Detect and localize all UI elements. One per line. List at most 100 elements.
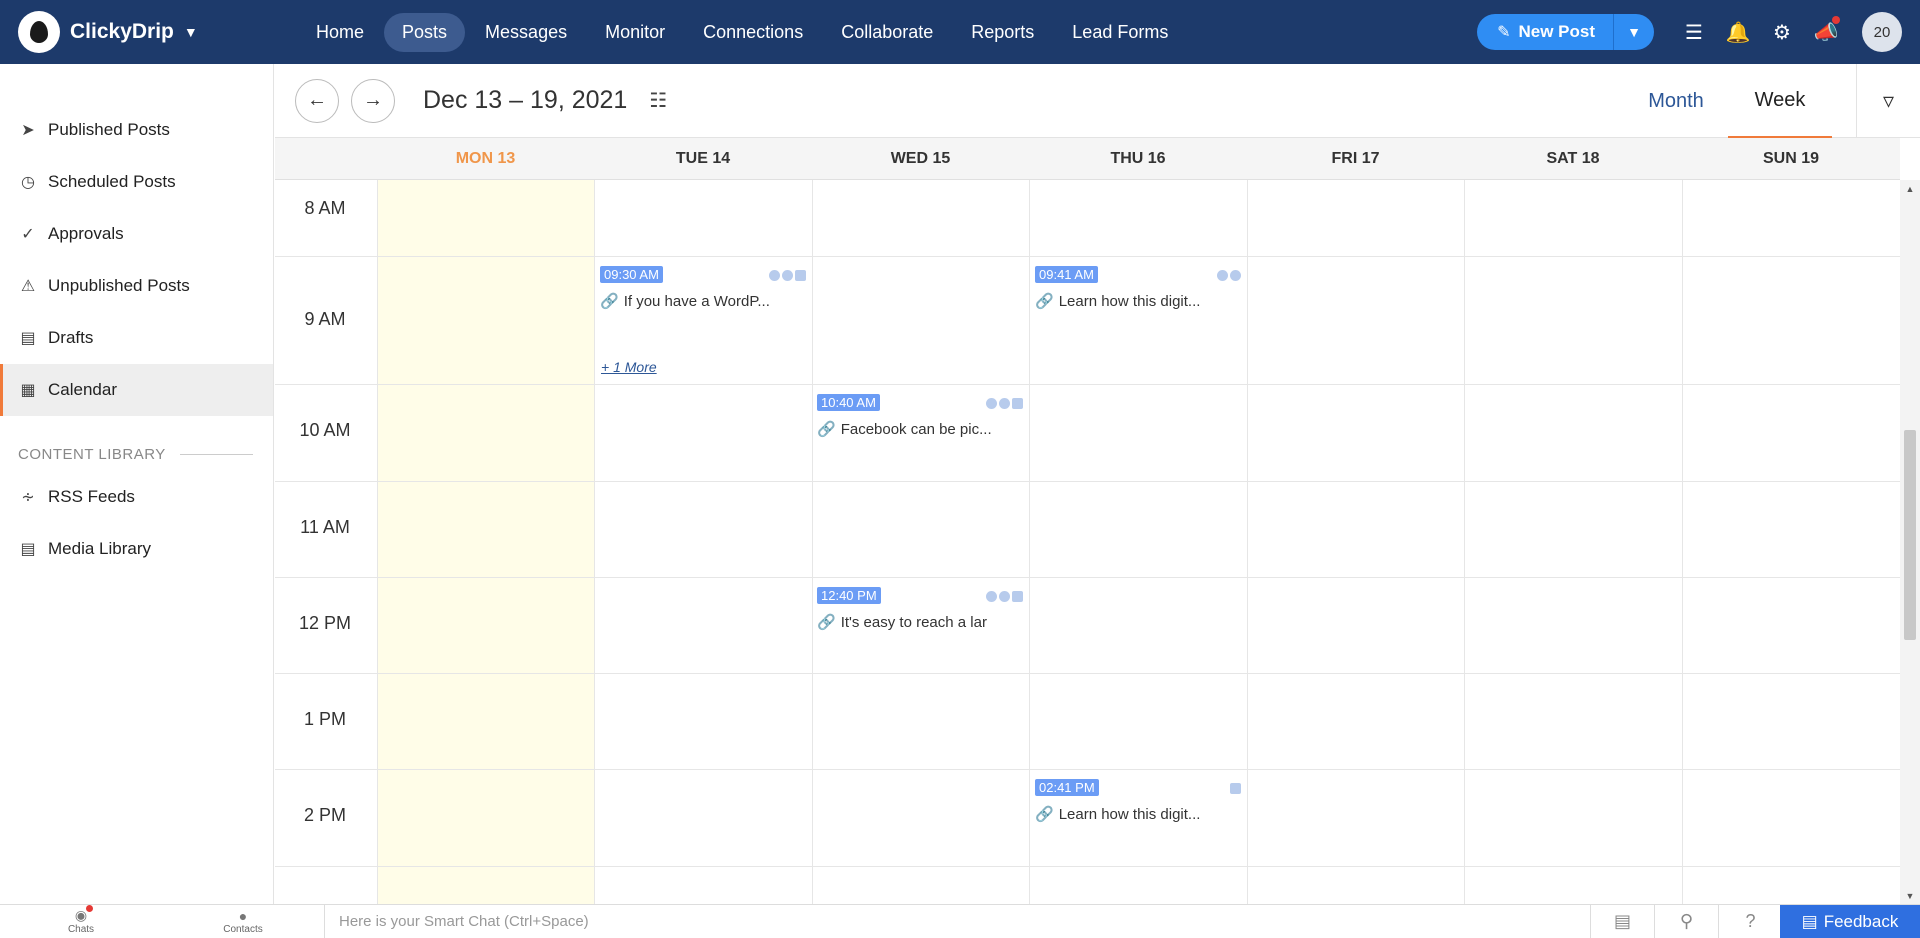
calendar-event[interactable]: 10:40 AM 🔗Facebook can be pic... — [817, 394, 1027, 438]
message-icon[interactable]: ▤ — [1590, 905, 1654, 938]
chats-label: Chats — [68, 924, 94, 935]
date-range: Dec 13 – 19, 2021 — [423, 86, 627, 115]
page-icon — [795, 270, 806, 281]
event-time: 09:41 AM — [1035, 266, 1098, 283]
day-header-row: MON 13 TUE 14 WED 15 THU 16 FRI 17 SAT 1… — [275, 138, 1900, 180]
feedback-label: Feedback — [1824, 912, 1899, 932]
sidebar-item-label: Media Library — [48, 539, 151, 559]
chevron-down-icon: ▼ — [184, 24, 198, 40]
feedback-button[interactable]: ▤ Feedback — [1780, 905, 1920, 938]
day-header-sat: SAT 18 — [1464, 138, 1682, 180]
network-icons — [1228, 783, 1241, 794]
bottom-bar: ◉ Chats ● Contacts Here is your Smart Ch… — [0, 904, 1920, 937]
scroll-down-arrow[interactable]: ▼ — [1900, 891, 1920, 901]
hour-label: 10 AM — [275, 420, 375, 441]
sidebar-item-scheduled-posts[interactable]: ◷ Scheduled Posts — [0, 156, 273, 208]
link-icon: 🔗 — [1035, 806, 1054, 823]
event-text: If you have a WordP... — [624, 293, 770, 310]
calendar-toolbar: ← → Dec 13 – 19, 2021 ☷ Month Week ▿ — [275, 64, 1920, 138]
smart-chat-input[interactable]: Here is your Smart Chat (Ctrl+Space) — [324, 905, 1589, 938]
day-header-mon: MON 13 — [377, 138, 594, 180]
page-icon — [1012, 398, 1023, 409]
sidebar-item-published-posts[interactable]: ➤ Published Posts — [0, 104, 273, 156]
today-column — [377, 180, 594, 905]
new-post-dropdown-button[interactable]: ▼ — [1614, 24, 1654, 40]
page-icon — [1012, 591, 1023, 602]
day-header-fri: FRI 17 — [1247, 138, 1464, 180]
avatar[interactable]: 20 — [1862, 12, 1902, 52]
sidebar-item-label: Drafts — [48, 328, 93, 348]
warning-icon: ⚠ — [18, 276, 38, 296]
nav-lead-forms[interactable]: Lead Forms — [1054, 13, 1186, 52]
new-post-button-group: ✎ New Post ▼ — [1477, 14, 1654, 50]
nav-reports[interactable]: Reports — [953, 13, 1052, 52]
day-header-tue: TUE 14 — [594, 138, 812, 180]
sidebar-item-approvals[interactable]: ✓ Approvals — [0, 208, 273, 260]
more-events-link[interactable]: + 1 More — [601, 359, 657, 375]
new-post-button[interactable]: ✎ New Post — [1477, 14, 1614, 50]
nav-posts[interactable]: Posts — [384, 13, 465, 52]
brand-name: ClickyDrip — [70, 20, 174, 44]
nav-messages[interactable]: Messages — [467, 13, 585, 52]
twitter-icon — [999, 398, 1010, 409]
network-icons — [984, 591, 1023, 602]
calendar-search-icon[interactable]: ☷ — [649, 88, 667, 113]
top-nav-bar: ClickyDrip ▼ Home Posts Messages Monitor… — [0, 0, 1920, 64]
link-icon: 🔗 — [817, 421, 836, 438]
search-icon[interactable]: ⚲ — [1654, 905, 1718, 938]
bell-icon[interactable]: 🔔 — [1716, 20, 1760, 45]
sidebar-item-drafts[interactable]: ▤ Drafts — [0, 312, 273, 364]
menu-list-icon[interactable]: ☰ — [1672, 20, 1716, 45]
event-text: Facebook can be pic... — [841, 421, 992, 438]
next-week-button[interactable]: → — [351, 79, 395, 123]
megaphone-icon[interactable]: 📣 — [1804, 20, 1848, 45]
calendar-event[interactable]: 02:41 PM 🔗Learn how this digit... — [1035, 779, 1245, 823]
scroll-up-arrow[interactable]: ▲ — [1900, 184, 1920, 194]
nav-connections[interactable]: Connections — [685, 13, 821, 52]
event-time: 09:30 AM — [600, 266, 663, 283]
help-icon[interactable]: ? — [1718, 905, 1782, 938]
nav-collaborate[interactable]: Collaborate — [823, 13, 951, 52]
hour-label: 11 AM — [275, 517, 375, 538]
sidebar-item-calendar[interactable]: ▦ Calendar — [0, 364, 273, 416]
sidebar-item-media-library[interactable]: ▤ Media Library — [0, 523, 273, 575]
nav-monitor[interactable]: Monitor — [587, 13, 683, 52]
calendar-event[interactable]: 09:41 AM 🔗Learn how this digit... — [1035, 266, 1245, 310]
view-week-tab[interactable]: Week — [1728, 64, 1832, 138]
sidebar-item-unpublished-posts[interactable]: ⚠ Unpublished Posts — [0, 260, 273, 312]
brand-switcher[interactable]: ClickyDrip ▼ — [18, 11, 278, 53]
contacts-button[interactable]: ● Contacts — [162, 908, 324, 935]
sidebar-item-label: Calendar — [48, 380, 117, 400]
contacts-label: Contacts — [223, 924, 262, 935]
nav-home[interactable]: Home — [298, 13, 382, 52]
main-nav: Home Posts Messages Monitor Connections … — [298, 0, 1188, 64]
week-grid: 8 AM 9 AM 10 AM 11 AM 12 PM 1 PM 2 PM 09… — [275, 180, 1900, 905]
sidebar: ➤ Published Posts ◷ Scheduled Posts ✓ Ap… — [0, 64, 274, 904]
hour-label: 12 PM — [275, 613, 375, 634]
sidebar-item-label: RSS Feeds — [48, 487, 135, 507]
vertical-scrollbar[interactable]: ▲ ▼ — [1900, 180, 1920, 905]
facebook-icon — [1217, 270, 1228, 281]
gear-icon[interactable]: ⚙ — [1760, 20, 1804, 45]
event-text: It's easy to reach a lar — [841, 614, 987, 631]
calendar-event[interactable]: 09:30 AM 🔗If you have a WordP... — [600, 266, 810, 310]
sidebar-item-rss-feeds[interactable]: ∻ RSS Feeds — [0, 471, 273, 523]
twitter-icon — [999, 591, 1010, 602]
calendar-event[interactable]: 12:40 PM 🔗It's easy to reach a lar — [817, 587, 1027, 631]
content-library-heading: CONTENT LIBRARY — [18, 446, 253, 463]
chats-button[interactable]: ◉ Chats — [0, 907, 162, 935]
network-icons — [767, 270, 806, 281]
network-icons — [1215, 270, 1241, 281]
view-month-tab[interactable]: Month — [1624, 64, 1728, 138]
facebook-icon — [986, 591, 997, 602]
previous-week-button[interactable]: ← — [295, 79, 339, 123]
brand-logo — [18, 11, 60, 53]
paper-plane-icon: ➤ — [18, 120, 38, 140]
scroll-thumb[interactable] — [1904, 430, 1916, 640]
filter-icon[interactable]: ▿ — [1856, 64, 1920, 138]
notification-dot — [86, 905, 93, 912]
sidebar-item-label: Approvals — [48, 224, 124, 244]
hour-label: 2 PM — [275, 805, 375, 826]
facebook-icon — [986, 398, 997, 409]
top-tools: ✎ New Post ▼ ☰ 🔔 ⚙ 📣 20 — [1477, 0, 1902, 64]
